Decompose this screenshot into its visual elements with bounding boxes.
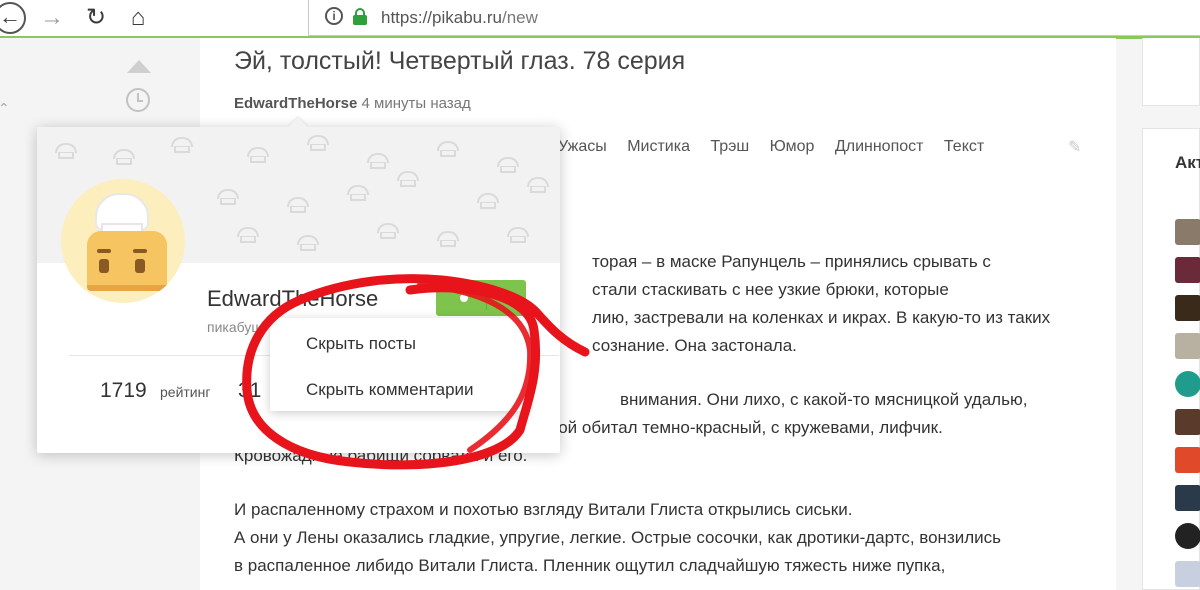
story-time: 4 минуты назад	[361, 95, 471, 112]
cupcake-pattern-icon	[497, 157, 519, 173]
community-thumbnail[interactable]	[1175, 409, 1200, 435]
collapse-caret-icon[interactable]: ⌃	[0, 100, 10, 117]
clock-icon[interactable]	[126, 88, 150, 112]
tag[interactable]: Мистика	[627, 138, 690, 155]
cupcake-pattern-icon	[297, 235, 319, 251]
story-line: И распаленному страхом и похотью взгляду…	[234, 500, 853, 519]
cupcake-pattern-icon	[477, 193, 499, 209]
cupcake-pattern-icon	[397, 171, 419, 187]
cupcake-pattern-icon	[347, 185, 369, 201]
community-thumbnail[interactable]	[1175, 257, 1200, 283]
rating-label: рейтинг	[160, 384, 211, 400]
cupcake-pattern-icon	[217, 189, 239, 205]
url-text[interactable]: https://pikabu.ru/new	[381, 8, 538, 28]
tag[interactable]: Юмор	[770, 138, 815, 155]
cupcake-pattern-icon	[287, 197, 309, 213]
avatar[interactable]	[61, 179, 185, 303]
profile-subtitle: пикабуш	[207, 319, 263, 335]
cupcake-pattern-icon	[527, 177, 549, 193]
tag[interactable]: Текст	[944, 138, 984, 155]
cupcake-pattern-icon	[55, 143, 77, 159]
second-stat-value: 31	[238, 379, 262, 402]
home-icon[interactable]: ⌂	[124, 4, 152, 32]
cupcake-pattern-icon	[377, 223, 399, 239]
community-thumbnail[interactable]	[1175, 561, 1200, 587]
story-line: в распаленное либидо Витали Глиста. Плен…	[234, 556, 946, 575]
edit-tags-pencil-icon[interactable]: ✎	[1068, 140, 1084, 156]
url-path: /new	[501, 8, 538, 27]
story-meta: EdwardTheHorse 4 минуты назад	[234, 95, 471, 112]
profile-options-menu: Скрыть посты Скрыть комментарии	[270, 318, 528, 411]
tag[interactable]: Длиннопост	[835, 138, 924, 155]
cupcake-pattern-icon	[307, 135, 329, 151]
right-widget	[1142, 38, 1200, 106]
cupcake-pattern-icon	[171, 137, 193, 153]
hide-posts-menu-item[interactable]: Скрыть посты	[306, 334, 416, 354]
cupcake-pattern-icon	[237, 227, 259, 243]
address-bar[interactable]: i https://pikabu.ru/new	[308, 0, 1200, 36]
cupcake-pattern-icon	[507, 227, 529, 243]
profile-action-button-group: ···	[436, 280, 526, 316]
story-line: А они у Лены оказались гладкие, упругие,…	[234, 528, 1002, 547]
cupcake-pattern-icon	[113, 149, 135, 165]
cupcake-pattern-icon	[437, 231, 459, 247]
tag[interactable]: Ужасы	[558, 138, 607, 155]
widget-title: Акт	[1175, 153, 1200, 172]
lock-icon	[353, 8, 367, 25]
browser-toolbar: ← → ↻ ⌂ i https://pikabu.ru/new	[0, 0, 1200, 39]
story-title[interactable]: Эй, толстый! Четвертый глаз. 78 серия	[234, 47, 685, 76]
community-thumbnail[interactable]	[1175, 219, 1200, 245]
url-host: https://pikabu.ru	[381, 8, 502, 27]
profile-username[interactable]: EdwardTheHorse	[207, 286, 378, 312]
community-thumbnail[interactable]	[1175, 447, 1200, 473]
community-thumbnail[interactable]	[1175, 523, 1200, 549]
reload-icon[interactable]: ↻	[82, 4, 110, 32]
more-options-button[interactable]: ···	[492, 284, 515, 304]
story-author[interactable]: EdwardTheHorse	[234, 95, 357, 112]
cupcake-pattern-icon	[437, 141, 459, 157]
tag[interactable]: Трэш	[710, 138, 749, 155]
story-line	[234, 470, 1094, 496]
community-thumbnail[interactable]	[1175, 371, 1200, 397]
story-tags: Ужасы Мистика Трэш Юмор Длиннопост Текст	[558, 138, 1000, 156]
rating-value: 1719	[100, 379, 147, 402]
active-communities-widget: Акт	[1142, 128, 1200, 590]
subscribe-button[interactable]	[460, 294, 468, 302]
community-thumbnail[interactable]	[1175, 333, 1200, 359]
back-icon[interactable]: ←	[0, 2, 26, 34]
hide-comments-menu-item[interactable]: Скрыть комментарии	[306, 380, 474, 400]
community-thumbnail[interactable]	[1175, 295, 1200, 321]
info-icon[interactable]: i	[325, 7, 343, 25]
right-sidebar: Акт	[1142, 38, 1200, 590]
cupcake-pattern-icon	[367, 153, 389, 169]
community-thumbnail[interactable]	[1175, 485, 1200, 511]
forward-icon[interactable]: →	[38, 4, 66, 32]
cupcake-pattern-icon	[247, 147, 269, 163]
upvote-icon[interactable]	[127, 60, 151, 73]
